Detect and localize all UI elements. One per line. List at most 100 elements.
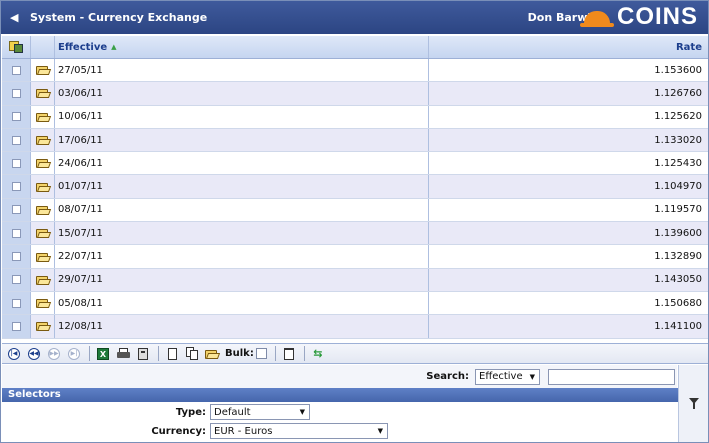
- folder-icon[interactable]: [35, 182, 51, 192]
- open-row-cell[interactable]: [31, 315, 55, 338]
- currency-selector-row: Currency: EUR - Euros ▼: [2, 423, 388, 439]
- table-row[interactable]: 15/07/11 1.139600: [2, 222, 708, 246]
- row-checkbox[interactable]: [11, 88, 21, 98]
- table-row[interactable]: 05/08/11 1.150680: [2, 291, 708, 316]
- icon-column-header: [31, 36, 55, 58]
- row-checkbox-cell[interactable]: [2, 222, 31, 245]
- table-row[interactable]: 17/06/11 1.133020: [2, 128, 708, 153]
- copy-record-button[interactable]: [185, 347, 199, 361]
- toolbar-divider: [89, 346, 90, 361]
- rate-column-header[interactable]: Rate: [429, 36, 708, 58]
- row-checkbox-cell[interactable]: [2, 245, 31, 268]
- open-row-cell[interactable]: [31, 82, 55, 105]
- effective-cell: 22/07/11: [55, 245, 429, 268]
- row-checkbox[interactable]: [11, 298, 21, 308]
- export-excel-button[interactable]: X: [96, 347, 110, 361]
- back-arrow-icon[interactable]: ◀: [10, 11, 20, 24]
- table-row[interactable]: 29/07/11 1.143050: [2, 268, 708, 292]
- open-row-cell[interactable]: [31, 152, 55, 175]
- folder-icon[interactable]: [35, 275, 51, 285]
- table-row[interactable]: 08/07/11 1.119570: [2, 198, 708, 223]
- open-row-cell[interactable]: [31, 268, 55, 291]
- search-field-select[interactable]: Effective ▼: [475, 368, 540, 385]
- rate-cell: 1.119570: [654, 204, 702, 216]
- table-row[interactable]: 01/07/11 1.104970: [2, 175, 708, 199]
- row-checkbox-cell[interactable]: [2, 291, 31, 315]
- open-row-cell[interactable]: [31, 198, 55, 222]
- folder-icon[interactable]: [35, 205, 51, 215]
- folder-icon[interactable]: [35, 112, 51, 122]
- row-checkbox[interactable]: [11, 135, 21, 145]
- first-page-button[interactable]: |◀: [7, 347, 21, 361]
- folder-icon[interactable]: [35, 65, 51, 76]
- row-checkbox[interactable]: [11, 228, 21, 238]
- row-checkbox-cell[interactable]: [2, 315, 31, 338]
- folder-icon[interactable]: [35, 298, 51, 309]
- row-checkbox-cell[interactable]: [2, 128, 31, 152]
- folder-icon[interactable]: [35, 158, 51, 169]
- folder-icon: [205, 349, 221, 359]
- open-row-cell[interactable]: [31, 245, 55, 268]
- exchange-rate-table: Effective ▲ Rate 27/05/11 1.153600 03/06/1…: [2, 36, 708, 339]
- previous-page-button[interactable]: ◀◀: [27, 347, 41, 361]
- row-checkbox-cell[interactable]: [2, 175, 31, 198]
- row-checkbox[interactable]: [11, 205, 21, 215]
- folder-icon[interactable]: [35, 135, 51, 146]
- row-checkbox[interactable]: [11, 158, 21, 168]
- filter-panel: [678, 365, 708, 442]
- table-row[interactable]: 12/08/11 1.141100: [2, 315, 708, 339]
- table-row[interactable]: 27/05/11 1.153600: [2, 59, 708, 83]
- next-page-button[interactable]: ▶▶: [47, 347, 61, 361]
- row-checkbox[interactable]: [11, 182, 21, 192]
- search-input[interactable]: [548, 368, 675, 385]
- hard-hat-icon: [579, 7, 614, 27]
- folder-icon[interactable]: [35, 321, 51, 332]
- last-page-button[interactable]: ▶|: [67, 347, 81, 361]
- open-row-cell[interactable]: [31, 105, 55, 128]
- effective-cell: 08/07/11: [55, 198, 429, 222]
- folder-icon[interactable]: [35, 228, 51, 239]
- toolbar-divider: [158, 346, 159, 361]
- calculator-button[interactable]: [136, 347, 150, 361]
- folder-icon[interactable]: [35, 88, 51, 99]
- open-row-cell[interactable]: [31, 128, 55, 152]
- select-all-header[interactable]: [2, 36, 31, 58]
- row-checkbox[interactable]: [11, 65, 21, 75]
- row-checkbox-cell[interactable]: [2, 152, 31, 175]
- rate-cell: 1.104970: [654, 181, 702, 193]
- row-checkbox[interactable]: [11, 252, 21, 262]
- table-row[interactable]: 22/07/11 1.132890: [2, 245, 708, 269]
- open-row-cell[interactable]: [31, 175, 55, 198]
- row-checkbox[interactable]: [11, 275, 21, 285]
- effective-cell: 03/06/11: [55, 82, 429, 105]
- currency-select[interactable]: EUR - Euros ▼: [210, 423, 388, 439]
- row-checkbox[interactable]: [11, 112, 21, 122]
- open-row-cell[interactable]: [31, 291, 55, 315]
- table-row[interactable]: 24/06/11 1.125430: [2, 152, 708, 176]
- print-button[interactable]: [116, 347, 130, 361]
- open-record-button[interactable]: [205, 347, 221, 361]
- row-checkbox-cell[interactable]: [2, 82, 31, 105]
- table-row[interactable]: 03/06/11 1.126760: [2, 82, 708, 106]
- filter-icon[interactable]: [688, 398, 699, 409]
- open-row-cell[interactable]: [31, 59, 55, 82]
- row-checkbox-cell[interactable]: [2, 268, 31, 291]
- effective-cell: 29/07/11: [55, 268, 429, 291]
- open-row-cell[interactable]: [31, 222, 55, 245]
- column-chooser-icon[interactable]: [8, 40, 24, 54]
- selectors-header[interactable]: Selectors: [2, 388, 678, 402]
- effective-column-header[interactable]: Effective ▲: [55, 36, 429, 58]
- refresh-button[interactable]: ⇆: [311, 347, 325, 361]
- bulk-checkbox[interactable]: [255, 348, 267, 359]
- delete-button[interactable]: [282, 347, 296, 361]
- folder-icon[interactable]: [35, 252, 51, 262]
- row-checkbox-cell[interactable]: [2, 105, 31, 128]
- new-record-button[interactable]: [165, 347, 179, 361]
- type-select[interactable]: Default ▼: [210, 404, 310, 420]
- row-checkbox-cell[interactable]: [2, 59, 31, 82]
- row-checkbox[interactable]: [11, 321, 21, 331]
- row-checkbox-cell[interactable]: [2, 198, 31, 222]
- chevron-down-icon: ▼: [377, 427, 383, 435]
- printer-icon: [116, 348, 130, 359]
- table-row[interactable]: 10/06/11 1.125620: [2, 105, 708, 129]
